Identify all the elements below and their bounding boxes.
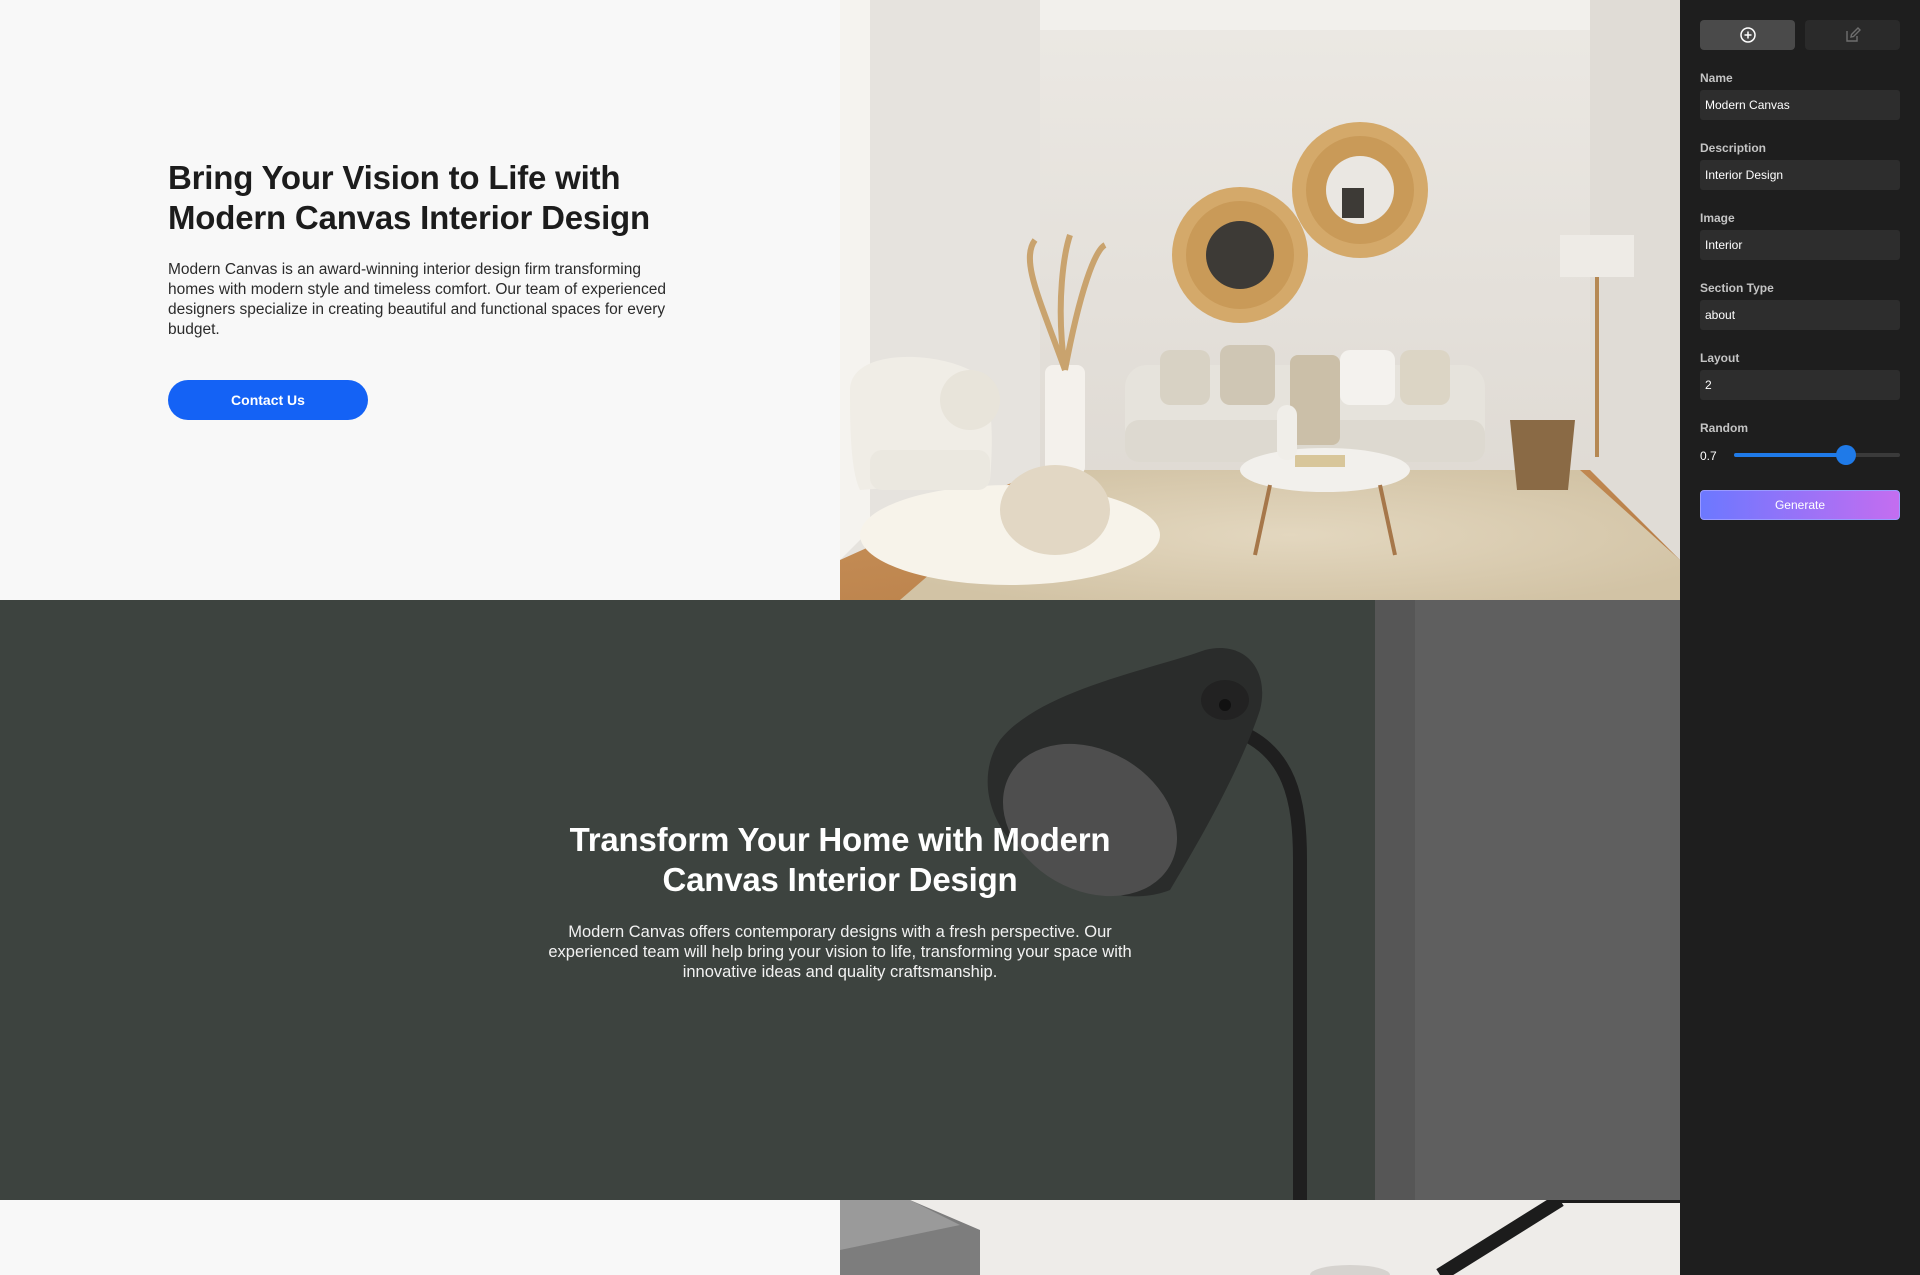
panel-tabs [1700, 20, 1900, 50]
random-slider-fill [1734, 453, 1847, 457]
hero-description: Modern Canvas is an award-winning interi… [168, 261, 666, 338]
name-input[interactable] [1700, 90, 1900, 120]
contact-us-button[interactable]: Contact Us [168, 380, 368, 420]
image-label: Image [1700, 211, 1735, 225]
layout-input[interactable] [1700, 370, 1900, 400]
generate-button[interactable]: Generate [1700, 490, 1900, 520]
hero-text-block: Bring Your Vision to Life with Modern Ca… [168, 158, 688, 420]
feature-description: Modern Canvas offers contemporary design… [548, 923, 1132, 981]
image-input[interactable] [1700, 230, 1900, 260]
next-section-image [840, 1200, 1680, 1275]
next-section [0, 1200, 1680, 1275]
living-room-image [840, 0, 1680, 600]
edit-icon [1845, 27, 1861, 42]
feature-text-block: Transform Your Home with Modern Canvas I… [540, 820, 1140, 982]
random-slider[interactable] [1734, 445, 1900, 465]
control-panel: Name Description Image Section Type Layo… [1680, 0, 1920, 1275]
hero-title: Bring Your Vision to Life with Modern Ca… [168, 159, 650, 236]
random-label: Random [1700, 421, 1748, 435]
preview-area: Bring Your Vision to Life with Modern Ca… [0, 0, 1680, 1275]
layout-label: Layout [1700, 351, 1740, 365]
section-type-input[interactable] [1700, 300, 1900, 330]
section-type-label: Section Type [1700, 281, 1774, 295]
random-slider-thumb[interactable] [1836, 445, 1857, 465]
tab-add[interactable] [1700, 20, 1795, 50]
hero-section: Bring Your Vision to Life with Modern Ca… [0, 0, 1680, 600]
random-value: 0.7 [1700, 449, 1717, 463]
add-circle-icon [1739, 27, 1756, 43]
feature-section: Transform Your Home with Modern Canvas I… [0, 600, 1680, 1200]
tab-edit[interactable] [1805, 20, 1900, 50]
description-label: Description [1700, 141, 1767, 155]
feature-title: Transform Your Home with Modern Canvas I… [569, 821, 1111, 898]
description-input[interactable] [1700, 160, 1900, 190]
name-label: Name [1700, 71, 1733, 85]
